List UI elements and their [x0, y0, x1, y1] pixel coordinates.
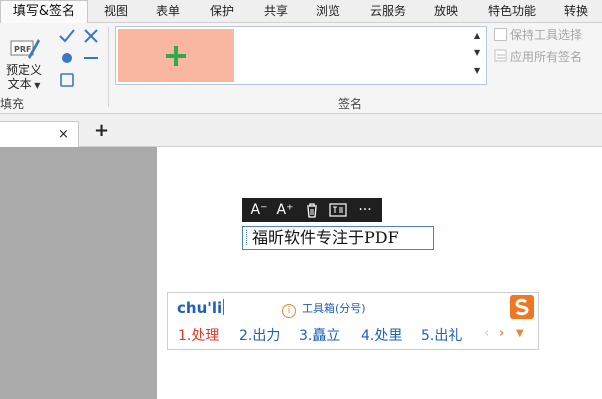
plus-icon — [166, 46, 186, 66]
ime-toolbox-label: 工具箱(分号) — [302, 302, 366, 315]
info-icon: i — [282, 304, 296, 318]
predefined-text-line2: 文本 — [7, 77, 32, 91]
apply-all-signatures-option[interactable]: 应用所有签名 — [494, 49, 582, 65]
dropdown-arrow-icon: ▼ — [31, 81, 41, 90]
document-tab[interactable]: × — [0, 121, 79, 147]
ime-prev-page-icon[interactable]: ‹ — [484, 325, 489, 343]
workspace-background — [0, 147, 157, 399]
fill-group-label: 填充 — [0, 97, 25, 111]
ime-caret — [223, 299, 225, 315]
ime-candidate-3[interactable]: 3.矗立 — [299, 325, 340, 345]
ime-pinyin: chu'li — [177, 299, 223, 317]
textbox-content[interactable]: 福昕软件专注于PDF — [252, 227, 399, 249]
predefined-text-label: 预定义 文本 ▼ — [4, 63, 44, 93]
scroll-down-icon[interactable]: ▼ — [474, 49, 480, 57]
tab-cloud-service[interactable]: 云服务 — [360, 0, 416, 22]
ime-candidate-5[interactable]: 5.出礼 — [421, 325, 462, 345]
gallery-scroll-controls: ▲ ▼ ▼ — [472, 27, 486, 84]
more-options-button[interactable]: ··· — [352, 198, 378, 222]
group-separator — [108, 27, 109, 107]
text-format-toolbar: A⁻ A⁺ ··· — [242, 198, 382, 222]
ime-next-page-icon[interactable]: › — [499, 325, 504, 343]
text-annotation-box[interactable]: 福昕软件专注于PDF — [242, 226, 434, 250]
document-tab-bar: × + — [0, 114, 602, 147]
ime-candidate-4[interactable]: 4.处里 — [361, 325, 402, 345]
prf-pen-icon: PRF — [10, 39, 40, 59]
svg-text:PRF: PRF — [14, 45, 32, 54]
line-icon[interactable] — [82, 49, 100, 67]
text-properties-icon[interactable] — [329, 202, 347, 218]
increase-font-button[interactable]: A⁺ — [274, 198, 296, 222]
ribbon-tab-bar: 填写&签名 视图 表单 保护 共享 浏览 云服务 放映 特色功能 转换 — [0, 0, 602, 24]
keep-tool-selected-checkbox[interactable] — [494, 28, 507, 41]
apply-all-signatures-label: 应用所有签名 — [510, 50, 583, 64]
close-tab-icon[interactable]: × — [58, 127, 69, 142]
tab-share[interactable]: 共享 — [254, 0, 298, 22]
ime-candidate-1[interactable]: 1.处理 — [178, 325, 219, 345]
tab-fill-and-sign[interactable]: 填写&签名 — [0, 0, 88, 24]
rectangle-icon[interactable] — [58, 71, 76, 89]
sogou-logo-icon[interactable] — [510, 295, 534, 319]
sign-group-label: 签名 — [338, 97, 363, 111]
predefined-text-button[interactable]: PRF 预定义 文本 ▼ — [4, 31, 44, 97]
tab-form[interactable]: 表单 — [146, 0, 190, 22]
signature-gallery: ▲ ▼ ▼ — [115, 26, 487, 85]
predefined-text-line1: 预定义 — [5, 63, 42, 77]
dot-icon[interactable] — [58, 49, 76, 67]
tab-slideshow[interactable]: 放映 — [426, 0, 466, 22]
keep-tool-selected-label: 保持工具选择 — [510, 28, 583, 42]
ime-expand-icon[interactable]: ▼ — [516, 325, 524, 343]
ribbon-panel: PRF 预定义 文本 ▼ 填充 ▲ ▼ ▼ 保持工具选择 应用所有签名 签名 — [0, 23, 602, 114]
ime-composition-text: chu'li — [177, 299, 225, 317]
tab-convert[interactable]: 转换 — [556, 0, 596, 22]
checkmark-icon[interactable] — [58, 27, 76, 45]
ime-toolbox-hint[interactable]: i 工具箱(分号) — [282, 300, 366, 318]
sogou-s-icon — [515, 298, 529, 316]
pdf-page[interactable] — [157, 147, 602, 399]
decrease-font-button[interactable]: A⁻ — [248, 198, 270, 222]
tab-special-features[interactable]: 特色功能 — [480, 0, 544, 22]
tab-protect[interactable]: 保护 — [200, 0, 244, 22]
ime-candidate-2[interactable]: 2.出力 — [239, 325, 280, 345]
tab-browse[interactable]: 浏览 — [306, 0, 350, 22]
tab-view[interactable]: 视图 — [96, 0, 136, 22]
gallery-expand-icon[interactable]: ▼ — [474, 67, 480, 75]
trash-icon[interactable] — [304, 202, 320, 218]
ime-candidate-window: chu'li i 工具箱(分号) 1.处理 2.出力 3.矗立 4.处里 5.出礼… — [167, 292, 539, 350]
cross-icon[interactable] — [82, 27, 100, 45]
add-signature-button[interactable] — [118, 29, 234, 82]
new-tab-button[interactable]: + — [94, 120, 109, 141]
apply-signatures-icon — [494, 49, 507, 62]
scroll-up-icon[interactable]: ▲ — [474, 32, 480, 40]
keep-tool-selected-option[interactable]: 保持工具选择 — [494, 27, 582, 43]
textbox-drag-handle[interactable] — [246, 230, 248, 245]
